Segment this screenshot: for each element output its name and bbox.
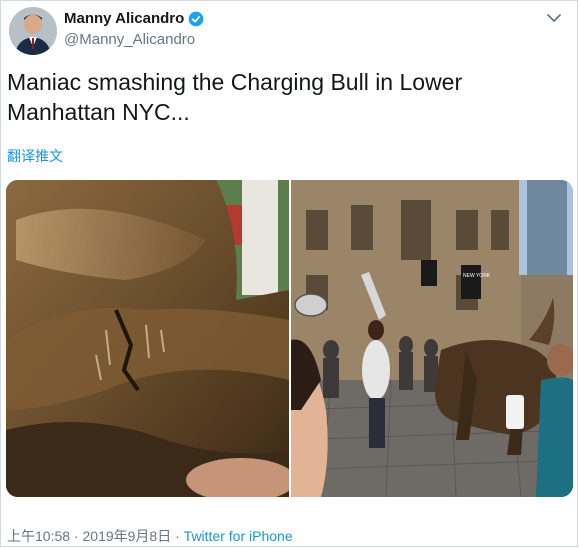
photo-bull-closeup[interactable] [6, 180, 289, 497]
avatar-photo [9, 7, 57, 55]
tweet-source-link[interactable]: Twitter for iPhone [184, 528, 293, 544]
avatar[interactable] [9, 7, 57, 55]
bull-attack-image: NEW YORK [291, 180, 573, 497]
bull-closeup-image [6, 180, 289, 497]
tweet-time[interactable]: 上午10:58 [7, 528, 70, 544]
author-handle[interactable]: @Manny_Alicandro [64, 31, 195, 48]
media-grid: NEW YORK [6, 180, 573, 497]
translate-tweet-link[interactable]: 翻译推文 [7, 146, 63, 166]
author-name[interactable]: Manny Alicandro [64, 10, 184, 27]
tweet-text: Maniac smashing the Charging Bull in Low… [7, 69, 463, 125]
tweet-meta: 上午10:58 · 2019年9月8日 · Twitter for iPhone [7, 526, 293, 546]
meta-separator-2: · [171, 528, 184, 544]
sign-text: NEW YORK [463, 273, 491, 279]
meta-separator: · [70, 528, 83, 544]
verified-badge-icon [188, 11, 204, 26]
tweet-card: Manny Alicandro @Manny_Alicandro Maniac … [0, 0, 578, 547]
author-name-row: Manny Alicandro [64, 10, 204, 27]
photo-bull-attack[interactable]: NEW YORK [291, 180, 573, 497]
chevron-down-icon[interactable] [545, 11, 563, 25]
tweet-date[interactable]: 2019年9月8日 [83, 528, 172, 544]
